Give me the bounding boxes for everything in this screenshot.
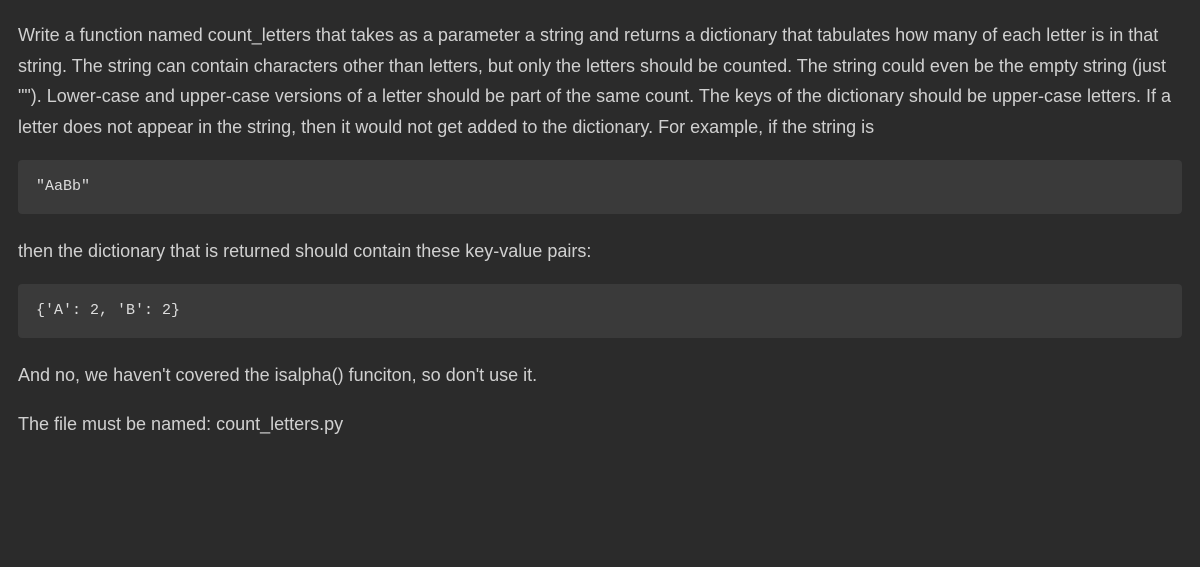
instruction-paragraph-3: And no, we haven't covered the isalpha()… <box>18 360 1182 391</box>
code-example-input: "AaBb" <box>18 160 1182 214</box>
instruction-paragraph-4: The file must be named: count_letters.py <box>18 409 1182 440</box>
instruction-paragraph-1: Write a function named count_letters tha… <box>18 20 1182 142</box>
code-example-output: {'A': 2, 'B': 2} <box>18 284 1182 338</box>
instruction-paragraph-2: then the dictionary that is returned sho… <box>18 236 1182 267</box>
